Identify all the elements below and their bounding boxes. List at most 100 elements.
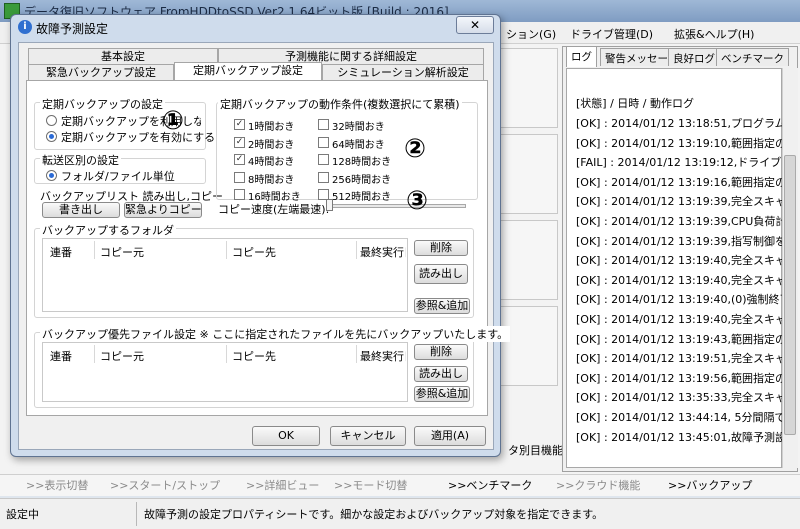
group-priority-files-label: バックアップ優先ファイル設定 ※ ここに指定されたファイルを先にバックアップいた… [40, 326, 511, 342]
log-line[interactable]: [FAIL] : 2014/01/12 13:19:12,ドライブ [576, 154, 784, 170]
checkbox-condition-label[interactable]: 1時間おき [248, 118, 294, 133]
log-tab-good-log[interactable]: 良好ログ [668, 48, 720, 66]
log-line[interactable]: [OK] : 2014/01/12 13:19:39,完全スキャ [576, 193, 784, 209]
log-tab-log[interactable]: ログ [566, 46, 597, 67]
radio-periodic-off[interactable] [46, 115, 57, 126]
tab-simulation-analysis[interactable]: シミュレーション解析設定 [322, 64, 484, 80]
log-header: [状態] / 日時 / 動作ログ [576, 97, 694, 110]
toolbar-cloud[interactable]: >>クラウド機能 [556, 477, 640, 493]
folders-browse-add-button[interactable]: 参照&追加 [414, 298, 470, 314]
checkbox-condition[interactable]: ✓ [234, 136, 245, 148]
folders-col-seq: 連番 [50, 246, 72, 259]
checkbox-condition[interactable] [318, 154, 329, 165]
export-button[interactable]: 書き出し [42, 202, 120, 218]
group-backup-folders-label: バックアップするフォルダ [40, 222, 176, 238]
log-line[interactable]: [OK] : 2014/01/12 13:19:43,範囲指定の [576, 331, 784, 347]
checkbox-condition[interactable] [318, 136, 329, 148]
checkbox-condition[interactable] [318, 171, 329, 183]
toolbar-start-stop[interactable]: >>スタート/ストップ [110, 477, 220, 493]
info-icon: i [18, 20, 32, 34]
copy-speed-slider-thumb[interactable] [326, 199, 333, 211]
folders-delete-button[interactable]: 削除 [414, 240, 468, 256]
log-line[interactable]: [OK] : 2014/01/12 13:18:51,プログラム [576, 115, 784, 131]
checkbox-condition-label[interactable]: 256時間おき [332, 171, 391, 186]
log-line[interactable]: [OK] : 2014/01/12 13:19:40,完全スキャ [576, 272, 784, 288]
priority-load-button[interactable]: 読み出し [414, 366, 468, 382]
toolbar-detail-view[interactable]: >>詳細ビュー [246, 477, 319, 493]
checkbox-condition[interactable] [234, 171, 245, 183]
ok-button[interactable]: OK [252, 426, 320, 446]
tab-periodic-backup[interactable]: 定期バックアップ設定 [174, 62, 322, 81]
checkbox-condition[interactable]: ✓ [234, 154, 245, 165]
radio-folder-file-unit-label[interactable]: フォルダ/ファイル単位 [61, 168, 175, 184]
folders-col-destination: コピー先 [232, 246, 276, 259]
toolbar-backup[interactable]: >>バックアップ [668, 477, 752, 493]
column-divider [94, 345, 95, 363]
log-line[interactable]: [OK] : 2014/01/12 13:19:10,範囲指定の [576, 135, 784, 151]
priority-col-seq: 連番 [50, 350, 72, 363]
priority-col-last-run: 最終実行日 [360, 350, 406, 363]
log-tab-benchmark[interactable]: ベンチマーク [716, 48, 789, 66]
checkbox-condition[interactable] [234, 189, 245, 200]
log-line[interactable]: [OK] : 2014/01/12 13:19:40,完全スキャ [576, 311, 784, 327]
checkbox-condition[interactable] [318, 119, 329, 130]
log-scrollbar-thumb[interactable] [784, 155, 796, 435]
radio-periodic-on[interactable] [46, 131, 57, 142]
checkbox-condition-label[interactable]: 8時間おき [248, 171, 294, 186]
log-line[interactable]: [OK] : 2014/01/12 13:19:51,完全スキャ [576, 350, 784, 366]
toolbar-mode-toggle[interactable]: >>モード切替 [334, 477, 407, 493]
group-periodic-backup-label: 定期バックアップの設定 [40, 96, 165, 112]
menu-item-operation[interactable]: ション(G) [506, 26, 556, 42]
checkbox-condition-label[interactable]: 128時間おき [332, 153, 391, 168]
menu-item-extension-help[interactable]: 拡張&ヘルプ(H) [674, 26, 754, 42]
log-line[interactable]: [OK] : 2014/01/12 13:19:56,範囲指定の [576, 370, 784, 386]
priority-files-table[interactable] [42, 342, 408, 402]
folders-col-source: コピー元 [100, 246, 144, 259]
annotation-marker-3: ③ [406, 186, 429, 216]
folders-load-button[interactable]: 読み出し [414, 264, 468, 284]
checkbox-condition-label[interactable]: 2時間おき [248, 136, 294, 151]
priority-browse-add-button[interactable]: 参照&追加 [414, 386, 470, 402]
log-line[interactable]: [OK] : 2014/01/12 13:45:01,故障予測設 [576, 429, 784, 445]
log-line[interactable]: [OK] : 2014/01/12 13:19:40,(0)強制終了 [576, 291, 784, 307]
log-line[interactable]: [OK] : 2014/01/12 13:19:39,CPU負荷計 [576, 213, 784, 229]
cancel-button[interactable]: キャンセル [330, 426, 406, 446]
radio-folder-file-unit[interactable] [46, 170, 57, 181]
checkbox-condition-label[interactable]: 64時間おき [332, 136, 385, 151]
copy-from-emergency-button[interactable]: 緊急よりコピー [124, 202, 202, 218]
log-line[interactable]: [OK] : 2014/01/12 13:19:40,完全スキャ [576, 252, 784, 268]
status-message: 故障予測の設定プロパティシートです。細かな設定およびバックアップ対象を指定できま… [144, 508, 604, 521]
dialog-close-button[interactable]: ✕ [456, 16, 494, 34]
apply-button[interactable]: 適用(A) [414, 426, 486, 446]
priority-delete-button[interactable]: 削除 [414, 344, 468, 360]
tab-emergency-backup[interactable]: 緊急バックアップ設定 [28, 64, 174, 80]
log-line[interactable]: [OK] : 2014/01/12 13:35:33,完全スキャ [576, 389, 784, 405]
log-line[interactable]: [OK] : 2014/01/12 13:19:16,範囲指定の [576, 174, 784, 190]
background-pane [500, 220, 558, 300]
column-divider [356, 345, 357, 363]
folders-table[interactable] [42, 238, 408, 312]
radio-periodic-on-label[interactable]: 定期バックアップを有効にする [61, 129, 215, 145]
background-pane [500, 306, 558, 386]
background-pane [500, 48, 558, 128]
checkbox-condition-label[interactable]: 512時間おき [332, 188, 391, 203]
menu-item-drive-management[interactable]: ドライブ管理(D) [570, 26, 653, 42]
dialog-title: 故障予測設定 [36, 22, 109, 36]
group-conditions-label: 定期バックアップの動作条件(複数選択にて累積) [218, 96, 462, 112]
checkbox-condition-label[interactable]: 4時間おき [248, 153, 294, 168]
log-line[interactable]: [OK] : 2014/01/12 13:44:14, 5分間隔で [576, 409, 784, 425]
copy-speed-slider-track[interactable] [326, 204, 466, 208]
checkbox-condition-label[interactable]: 32時間おき [332, 118, 385, 133]
toolbar-benchmark[interactable]: >>ベンチマーク [448, 477, 532, 493]
column-divider [226, 345, 227, 363]
status-state: 設定中 [6, 508, 39, 521]
column-divider [356, 241, 357, 259]
toolbar-display-toggle[interactable]: >>表示切替 [26, 477, 88, 493]
annotation-marker-2: ② [404, 134, 427, 164]
priority-col-destination: コピー先 [232, 350, 276, 363]
column-divider [94, 241, 95, 259]
group-transfer-label: 転送区別の設定 [40, 152, 121, 168]
status-divider [136, 502, 137, 526]
log-line[interactable]: [OK] : 2014/01/12 13:19:39,指写制御を [576, 233, 784, 249]
checkbox-condition[interactable]: ✓ [234, 119, 245, 130]
